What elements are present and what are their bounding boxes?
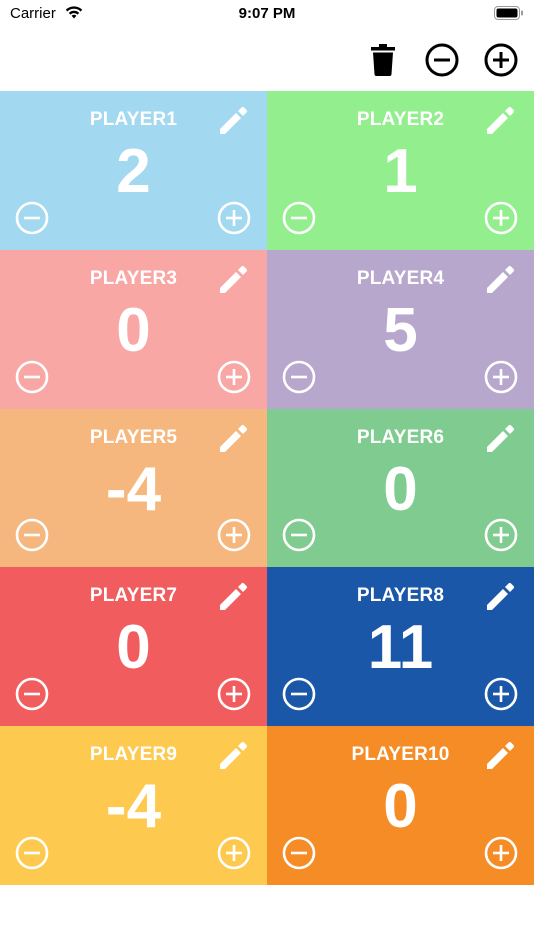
player-score: 0 [116,613,151,683]
plus-circle-icon [484,360,518,394]
edit-name-button[interactable] [484,738,518,772]
player-score: -4 [105,454,162,524]
player-card-4: PLAYER4 5 [267,249,534,409]
delete-all-button[interactable] [365,42,401,78]
increment-button[interactable] [484,201,518,235]
decrement-button[interactable] [282,518,316,552]
toolbar [0,36,534,82]
player-score: 0 [383,454,418,524]
player-card-8: PLAYER8 11 [267,567,534,727]
player-card-1: PLAYER1 2 [0,91,267,250]
player-score: 0 [116,295,151,365]
minus-circle-icon [282,201,316,235]
minus-circle-icon [15,836,49,870]
edit-name-button[interactable] [484,421,518,455]
add-player-button[interactable] [483,42,519,78]
minus-circle-icon [282,360,316,394]
decrement-button[interactable] [282,360,316,394]
pencil-icon [217,738,251,772]
plus-circle-icon [217,518,251,552]
pencil-icon [484,738,518,772]
plus-circle-icon [217,201,251,235]
decrement-button[interactable] [282,836,316,870]
edit-name-button[interactable] [217,262,251,296]
pencil-icon [484,579,518,613]
player-score: 5 [383,295,418,365]
pencil-icon [484,262,518,296]
plus-circle-icon [484,43,518,77]
increment-button[interactable] [217,360,251,394]
player-card-10: PLAYER10 0 [267,726,534,885]
minus-circle-icon [15,518,49,552]
pencil-icon [484,103,518,137]
minus-circle-icon [282,677,316,711]
player-card-6: PLAYER6 0 [267,408,534,568]
decrement-button[interactable] [15,201,49,235]
increment-button[interactable] [484,360,518,394]
minus-circle-icon [15,677,49,711]
decrement-button[interactable] [15,677,49,711]
pencil-icon [217,421,251,455]
increment-button[interactable] [217,677,251,711]
increment-button[interactable] [217,518,251,552]
edit-name-button[interactable] [484,262,518,296]
plus-circle-icon [484,836,518,870]
remove-player-button[interactable] [424,42,460,78]
edit-name-button[interactable] [217,579,251,613]
battery-icon [494,6,524,20]
pencil-icon [217,103,251,137]
player-score: 0 [383,772,418,842]
increment-button[interactable] [217,201,251,235]
increment-button[interactable] [484,677,518,711]
player-card-7: PLAYER7 0 [0,567,267,727]
plus-circle-icon [484,677,518,711]
decrement-button[interactable] [15,360,49,394]
minus-circle-icon [15,201,49,235]
player-score: 11 [367,613,434,683]
increment-button[interactable] [484,518,518,552]
plus-circle-icon [484,518,518,552]
edit-name-button[interactable] [484,103,518,137]
player-card-2: PLAYER2 1 [267,91,534,250]
edit-name-button[interactable] [217,421,251,455]
plus-circle-icon [217,836,251,870]
edit-name-button[interactable] [217,738,251,772]
increment-button[interactable] [484,836,518,870]
minus-circle-icon [282,518,316,552]
plus-circle-icon [217,677,251,711]
player-grid: PLAYER1 2 PLAYER2 1 PLAYER3 0 PLAYER4 5 … [0,91,534,885]
player-card-3: PLAYER3 0 [0,249,267,409]
decrement-button[interactable] [282,677,316,711]
player-score: 2 [116,137,151,206]
decrement-button[interactable] [282,201,316,235]
plus-circle-icon [484,201,518,235]
minus-circle-icon [15,360,49,394]
plus-circle-icon [217,360,251,394]
minus-circle-icon [282,836,316,870]
minus-circle-icon [425,43,459,77]
player-score: 1 [383,137,418,206]
decrement-button[interactable] [15,836,49,870]
player-card-9: PLAYER9 -4 [0,726,267,885]
pencil-icon [484,421,518,455]
pencil-icon [217,262,251,296]
player-card-5: PLAYER5 -4 [0,408,267,568]
clock: 9:07 PM [238,5,296,22]
trash-icon [371,44,395,76]
decrement-button[interactable] [15,518,49,552]
status-bar: Carrier 9:07 PM [0,0,534,28]
player-score: -4 [105,772,162,842]
edit-name-button[interactable] [217,103,251,137]
pencil-icon [217,579,251,613]
increment-button[interactable] [217,836,251,870]
edit-name-button[interactable] [484,579,518,613]
